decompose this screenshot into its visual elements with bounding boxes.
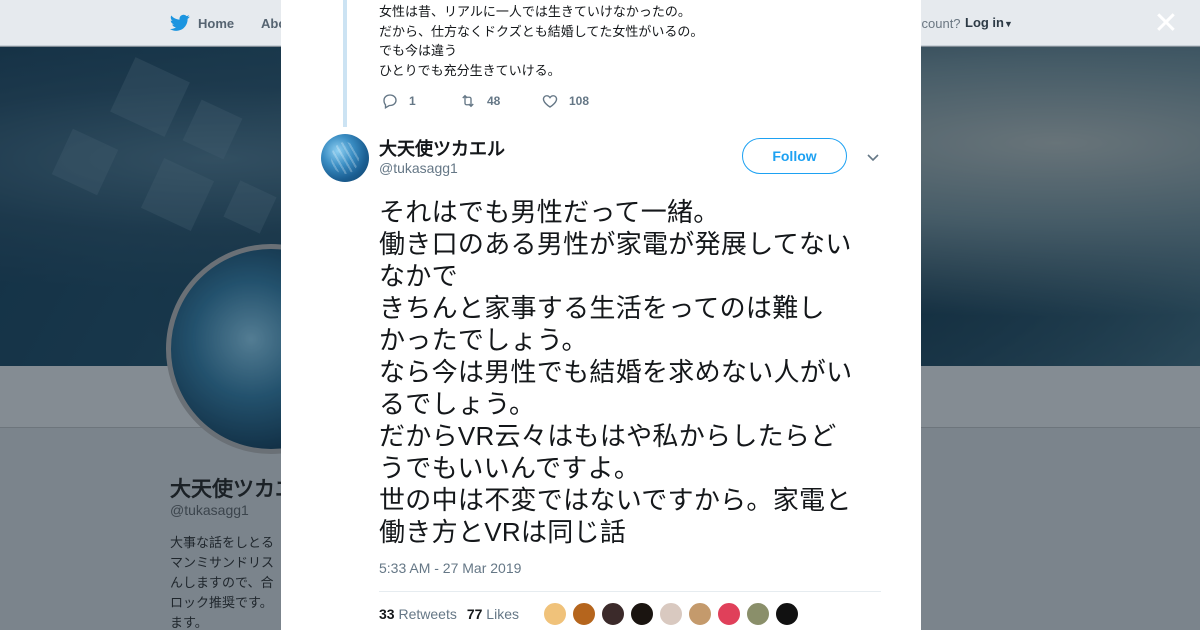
profile-name: 大天使ツカエ [170, 478, 296, 501]
caret-down-icon: ▼ [1004, 19, 1013, 29]
follow-button[interactable]: Follow [742, 138, 847, 174]
retweets-stat[interactable]: 33 Retweets [379, 606, 457, 622]
login-label: Log in [965, 15, 1004, 30]
tweet-text-line: うでもいいんですよ。 [379, 453, 641, 483]
heart-icon [542, 95, 558, 108]
likes-count: 77 [466, 606, 483, 622]
tweet-modal: 女性は昔、リアルに一人では生きていけなかったの。 だから、仕方なくドクズとも結婚… [281, 0, 921, 630]
twitter-bird-icon [170, 14, 190, 31]
nav-home-label: Home [198, 15, 235, 31]
parent-tweet-line: だから、仕方なくドクズとも結婚してた女性がいるの。 [379, 23, 704, 39]
tweet-text-line: なかで [379, 261, 458, 291]
like-count: 108 [569, 94, 590, 108]
likes-label: Likes [486, 606, 519, 622]
profile-bio-line: 大事な話をしとる [170, 535, 275, 550]
parent-tweet-text: 女性は昔、リアルに一人では生きていけなかったの。 だから、仕方なくドクズとも結婚… [379, 2, 703, 80]
retweet-button[interactable]: 48 [459, 92, 541, 110]
likes-stat[interactable]: 77 Likes [467, 606, 519, 622]
retweets-count: 33 [379, 606, 395, 622]
liker-avatars [543, 602, 799, 626]
retweet-icon [462, 94, 474, 108]
parent-tweet-line: 女性は昔、リアルに一人では生きていけなかったの。 [379, 4, 691, 19]
liker-avatar-8[interactable] [746, 602, 770, 626]
liker-avatar-4[interactable] [630, 602, 654, 626]
liker-avatar-7[interactable] [717, 602, 741, 626]
profile-handle: @tukasagg1 [170, 502, 249, 518]
reply-icon [383, 94, 397, 109]
reply-button[interactable]: 1 [381, 92, 459, 110]
parent-tweet-line: でも今は違う [379, 43, 458, 58]
tweet-text: それはでも男性だって一緒。 働き口のある男性が家電が発展してない なかで きちん… [379, 196, 885, 548]
tweet-text-line: だからVR云々はもはや私からしたらど [379, 421, 837, 451]
tweet-text-line: かったでしょう。 [379, 325, 588, 355]
chevron-down-icon[interactable] [865, 149, 881, 165]
tweet-text-line: るでしょう。 [379, 389, 536, 419]
thread-connector-line [343, 0, 347, 127]
liker-avatar-9[interactable] [775, 602, 799, 626]
tweet-stats: 33 Retweets 77 Likes [379, 606, 519, 622]
profile-bio-line: ロック推奨です。 [170, 595, 273, 610]
profile-bio-line: ます。 [170, 615, 208, 630]
tweet-text-line: なら今は男性でも結婚を求めない人がい [379, 357, 853, 387]
profile-bio-line: んしますので、合 [170, 575, 274, 590]
login-button[interactable]: Log in▼ [965, 15, 1013, 30]
tweet-text-line: 働き方とVRは同じ話 [379, 517, 627, 547]
tweet-text-line: 働き口のある男性が家電が発展してない [379, 229, 852, 259]
like-button[interactable]: 108 [541, 92, 589, 110]
divider [379, 591, 881, 592]
profile-bio-line: マンミサンドリス [170, 555, 275, 570]
tweet-author-name[interactable]: 大天使ツカエル [379, 135, 505, 161]
tweet-timestamp[interactable]: 5:33 AM - 27 Mar 2019 [379, 560, 521, 576]
tweet-author-handle[interactable]: @tukasagg1 [379, 160, 458, 176]
liker-avatar-1[interactable] [543, 602, 567, 626]
liker-avatar-3[interactable] [601, 602, 625, 626]
close-icon[interactable]: ✕ [1150, 8, 1182, 40]
reply-count: 1 [409, 94, 416, 108]
retweet-count: 48 [487, 94, 501, 108]
profile-bio: 大事な話をしとる マンミサンドリス んしますので、合 ロック推奨です。 ます。 [170, 533, 290, 630]
tweet-text-line: きちんと家事する生活をってのは難し [379, 293, 825, 323]
nav-home-link[interactable]: Home [170, 14, 234, 32]
liker-avatar-2[interactable] [572, 602, 596, 626]
retweets-label: Retweets [398, 606, 457, 622]
account-question-text: ccount? [915, 16, 961, 31]
liker-avatar-5[interactable] [659, 602, 683, 626]
tweet-text-line: 世の中は不変ではないですから。家電と [379, 485, 852, 515]
liker-avatar-6[interactable] [688, 602, 712, 626]
parent-tweet-line: ひとりでも充分生きていける。 [379, 62, 561, 78]
tweet-author-avatar[interactable] [321, 134, 369, 182]
tweet-text-line: それはでも男性だって一緒。 [379, 197, 720, 227]
parent-tweet-actions: 1 48 108 [381, 92, 589, 110]
